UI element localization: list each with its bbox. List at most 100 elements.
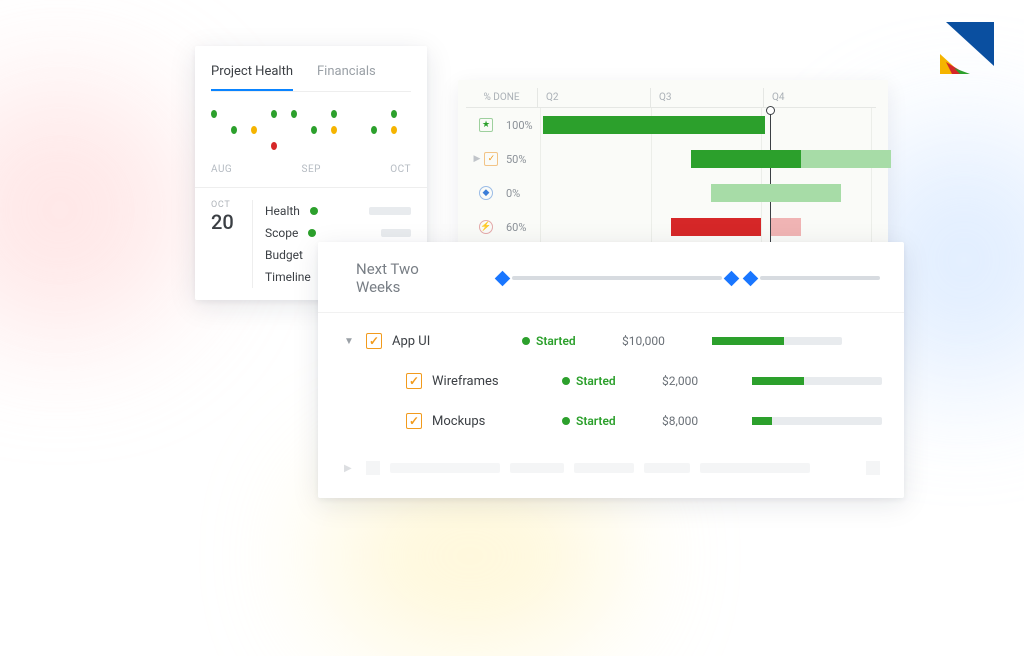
star-icon: ★ bbox=[479, 118, 493, 132]
checkbox-icon[interactable]: ✓ bbox=[406, 413, 422, 429]
milestone-diamond-icon[interactable] bbox=[724, 270, 740, 286]
task-progress-fill bbox=[712, 337, 784, 345]
gantt-bar[interactable] bbox=[801, 150, 891, 168]
status-green-dot-icon[interactable] bbox=[271, 110, 277, 118]
gantt-row[interactable]: ▶✓50% bbox=[466, 142, 876, 176]
task-row[interactable]: ▼ ✓ App UI Started $10,000 bbox=[330, 321, 884, 361]
axis-month: OCT bbox=[390, 164, 411, 175]
status-red-dot-icon[interactable] bbox=[271, 142, 277, 150]
gantt-row[interactable]: ★ 100% bbox=[466, 108, 876, 142]
task-status-label: Started bbox=[576, 374, 616, 388]
gantt-bar[interactable] bbox=[691, 150, 801, 168]
gantt-track bbox=[540, 176, 876, 210]
gantt-row-icon-area: ◆ bbox=[466, 186, 506, 200]
chevron-down-icon[interactable]: ▼ bbox=[344, 336, 356, 347]
checkbox-icon[interactable]: ✓ bbox=[366, 333, 382, 349]
diamond-icon: ◆ bbox=[479, 186, 493, 200]
task-progress-bar bbox=[752, 377, 882, 385]
status-empty-dot bbox=[371, 110, 377, 118]
status-empty-dot bbox=[351, 126, 357, 134]
gantt-pct-done: 60% bbox=[506, 221, 540, 234]
bg-halo-red bbox=[0, 80, 190, 340]
task-status-label: Started bbox=[536, 334, 576, 348]
health-month-axis: AUG SEP OCT bbox=[211, 164, 411, 175]
task-row[interactable]: ✓ Wireframes Started $2,000 bbox=[330, 361, 884, 401]
task-amount: $10,000 bbox=[622, 334, 702, 348]
timeline-segment bbox=[512, 276, 722, 280]
task-progress bbox=[712, 337, 884, 345]
health-metric-row[interactable]: Health bbox=[265, 200, 411, 222]
placeholder-block bbox=[866, 461, 880, 475]
task-amount: $2,000 bbox=[662, 374, 742, 388]
task-row[interactable]: ✓MockupsStarted$8,000 bbox=[330, 401, 884, 441]
gantt-track bbox=[540, 108, 876, 142]
status-green-dot-icon[interactable] bbox=[311, 126, 317, 134]
gantt-track bbox=[540, 210, 876, 244]
gantt-row[interactable]: ◆ 0% bbox=[466, 176, 876, 210]
task-name: App UI bbox=[392, 334, 512, 349]
checkbox-icon[interactable]: ✓ bbox=[406, 373, 422, 389]
tasks-title: Next Two Weeks bbox=[356, 260, 463, 296]
status-empty-dot bbox=[251, 110, 257, 118]
gantt-row[interactable]: ⚡ 60% bbox=[466, 210, 876, 244]
bolt-icon: ⚡ bbox=[479, 220, 493, 234]
gantt-bar[interactable] bbox=[671, 218, 761, 236]
axis-month: SEP bbox=[302, 164, 321, 175]
status-dot-icon bbox=[562, 417, 570, 425]
milestone-diamond-icon[interactable] bbox=[743, 270, 759, 286]
status-green-dot-icon[interactable] bbox=[331, 110, 337, 118]
task-progress-bar bbox=[712, 337, 842, 345]
tasks-body: ▼ ✓ App UI Started $10,000 ✓ Wireframes Started… bbox=[318, 313, 904, 449]
gantt-bar[interactable] bbox=[543, 116, 765, 134]
task-amount: $8,000 bbox=[662, 414, 742, 428]
chevron-right-icon[interactable]: ▶ bbox=[474, 154, 481, 164]
selected-day: 20 bbox=[211, 210, 246, 234]
tab-financials[interactable]: Financials bbox=[317, 58, 376, 91]
task-status: Started bbox=[562, 414, 652, 428]
gantt-row-icon-area: ★ bbox=[466, 118, 506, 132]
check-icon: ✓ bbox=[484, 152, 498, 166]
gantt-quarter-gridline bbox=[651, 142, 652, 176]
gantt-bar[interactable] bbox=[771, 218, 801, 236]
status-green-dot-icon[interactable] bbox=[291, 110, 297, 118]
health-dots-row bbox=[211, 122, 411, 138]
status-green-dot-icon[interactable] bbox=[211, 110, 217, 118]
status-green-dot-icon[interactable] bbox=[391, 110, 397, 118]
status-empty-dot bbox=[251, 142, 257, 150]
status-yellow-dot-icon[interactable] bbox=[391, 126, 397, 134]
metric-bar bbox=[369, 207, 411, 215]
status-empty-dot bbox=[231, 110, 237, 118]
health-dots-row bbox=[211, 138, 411, 154]
tasks-card: Next Two Weeks ▼ ✓ App UI Started $10,000 ✓ Wi… bbox=[318, 242, 904, 498]
task-progress bbox=[752, 377, 884, 385]
health-metric-row[interactable]: Scope bbox=[265, 222, 411, 244]
status-yellow-dot-icon[interactable] bbox=[251, 126, 257, 134]
gantt-bar[interactable] bbox=[711, 184, 841, 202]
tab-project-health[interactable]: Project Health bbox=[211, 58, 293, 91]
task-name: Wireframes bbox=[432, 374, 552, 389]
metric-label: Health bbox=[265, 204, 300, 218]
status-yellow-dot-icon[interactable] bbox=[331, 126, 337, 134]
health-dots-chart bbox=[211, 106, 411, 154]
gantt-col-q4: Q4 bbox=[764, 88, 876, 107]
task-status-label: Started bbox=[576, 414, 616, 428]
selected-month: OCT bbox=[211, 200, 246, 210]
placeholder-block bbox=[510, 463, 564, 473]
tasks-timeline[interactable] bbox=[493, 276, 880, 280]
metric-label: Timeline bbox=[265, 270, 311, 284]
status-empty-dot bbox=[351, 110, 357, 118]
chevron-right-icon[interactable]: ▶ bbox=[344, 463, 356, 474]
brand-logo bbox=[938, 20, 998, 74]
status-green-dot-icon[interactable] bbox=[231, 126, 237, 134]
task-progress-bar bbox=[752, 417, 882, 425]
status-green-dot-icon[interactable] bbox=[371, 126, 377, 134]
gantt-quarter-gridline bbox=[761, 210, 762, 244]
metric-label: Scope bbox=[265, 226, 298, 240]
placeholder-block bbox=[366, 461, 380, 475]
gantt-pct-done: 0% bbox=[506, 187, 540, 200]
task-progress bbox=[752, 417, 884, 425]
milestone-diamond-icon[interactable] bbox=[495, 270, 511, 286]
status-empty-dot bbox=[331, 142, 337, 150]
placeholder-block bbox=[700, 463, 810, 473]
gantt-pct-done: 100% bbox=[506, 119, 540, 132]
